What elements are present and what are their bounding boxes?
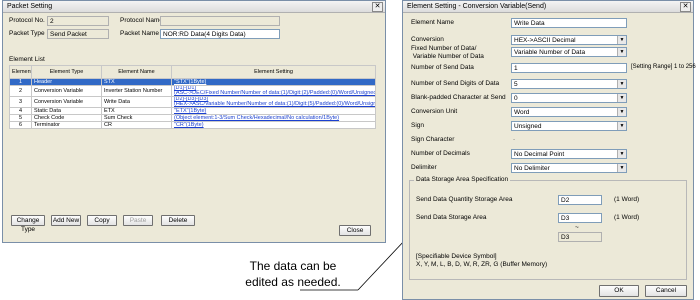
- decimals-select[interactable]: No Decimal Point ▼: [511, 149, 627, 159]
- range-tilde: ~: [575, 224, 579, 231]
- close-icon[interactable]: ✕: [680, 2, 691, 12]
- send-data-count-input[interactable]: 1: [511, 63, 627, 73]
- element-setting-window: Element Setting - Conversion Variable(Se…: [402, 0, 696, 300]
- conversion-label: Conversion: [411, 36, 444, 43]
- area-storage-unit: (1 Word): [614, 214, 640, 221]
- delimiter-value: No Delimiter: [514, 165, 550, 172]
- device-symbol-list: X, Y, M, L, B, D, W, R, ZR, G (Buffer Me…: [416, 261, 548, 268]
- data-storage-group: Data Storage Area Specification Send Dat…: [409, 175, 687, 280]
- element-name-label: Element Name: [411, 19, 454, 26]
- blank-padded-select[interactable]: 0 ▼: [511, 93, 627, 103]
- send-digits-select[interactable]: 5 ▼: [511, 79, 627, 89]
- setting-range-hint: [Setting Range] 1 to 256: [631, 64, 696, 70]
- data-storage-group-label: Data Storage Area Specification: [414, 175, 511, 184]
- delimiter-select[interactable]: No Delimiter ▼: [511, 163, 627, 173]
- qty-storage-input[interactable]: D2: [558, 195, 602, 205]
- area-storage-end-field: D3: [558, 232, 602, 242]
- ok-button[interactable]: OK: [599, 285, 639, 297]
- conversion-unit-label: Conversion Unit: [411, 108, 458, 115]
- decimals-value: No Decimal Point: [514, 151, 565, 158]
- fixed-variable-select[interactable]: Variable Number of Data ▼: [511, 47, 627, 57]
- cancel-button[interactable]: Cancel: [645, 285, 687, 297]
- chevron-down-icon[interactable]: ▼: [617, 108, 626, 116]
- conversion-unit-value: Word: [514, 109, 530, 116]
- blank-padded-label: Blank-padded Character at Send: [411, 94, 506, 101]
- blank-padded-value: 0: [514, 95, 518, 102]
- chevron-down-icon[interactable]: ▼: [617, 80, 626, 88]
- fixed-variable-value: Variable Number of Data: [514, 49, 586, 56]
- qty-storage-unit: (1 Word): [614, 196, 640, 203]
- send-digits-label: Number of Send Digits of Data: [411, 80, 500, 87]
- chevron-down-icon[interactable]: ▼: [617, 48, 626, 56]
- conversion-value: HEX->ASCII Decimal: [514, 37, 576, 44]
- sign-character-value: -: [513, 136, 516, 143]
- send-digits-value: 5: [514, 81, 518, 88]
- chevron-down-icon[interactable]: ▼: [617, 122, 626, 130]
- decimals-label: Number of Decimals: [411, 150, 470, 157]
- chevron-down-icon[interactable]: ▼: [617, 94, 626, 102]
- delimiter-label: Delimiter: [411, 164, 437, 171]
- area-storage-label: Send Data Storage Area: [416, 214, 487, 221]
- element-setting-titlebar: Element Setting - Conversion Variable(Se…: [403, 1, 693, 13]
- send-data-count-label: Number of Send Data: [411, 64, 474, 71]
- sign-value: Unsigned: [514, 123, 542, 130]
- area-storage-input[interactable]: D3: [558, 213, 602, 223]
- fixed-variable-label: Fixed Number of Data/ Variable Number of…: [411, 45, 484, 60]
- chevron-down-icon[interactable]: ▼: [617, 150, 626, 158]
- conversion-select[interactable]: HEX->ASCII Decimal ▼: [511, 35, 627, 45]
- sign-character-label: Sign Character: [411, 136, 455, 143]
- conversion-unit-select[interactable]: Word ▼: [511, 107, 627, 117]
- chevron-down-icon[interactable]: ▼: [617, 36, 626, 44]
- sign-label: Sign: [411, 122, 425, 129]
- sign-select[interactable]: Unsigned ▼: [511, 121, 627, 131]
- element-name-input[interactable]: Write Data: [511, 18, 627, 28]
- qty-storage-label: Send Data Quantity Storage Area: [416, 196, 513, 203]
- chevron-down-icon[interactable]: ▼: [617, 164, 626, 172]
- window-title: Element Setting - Conversion Variable(Se…: [407, 3, 547, 10]
